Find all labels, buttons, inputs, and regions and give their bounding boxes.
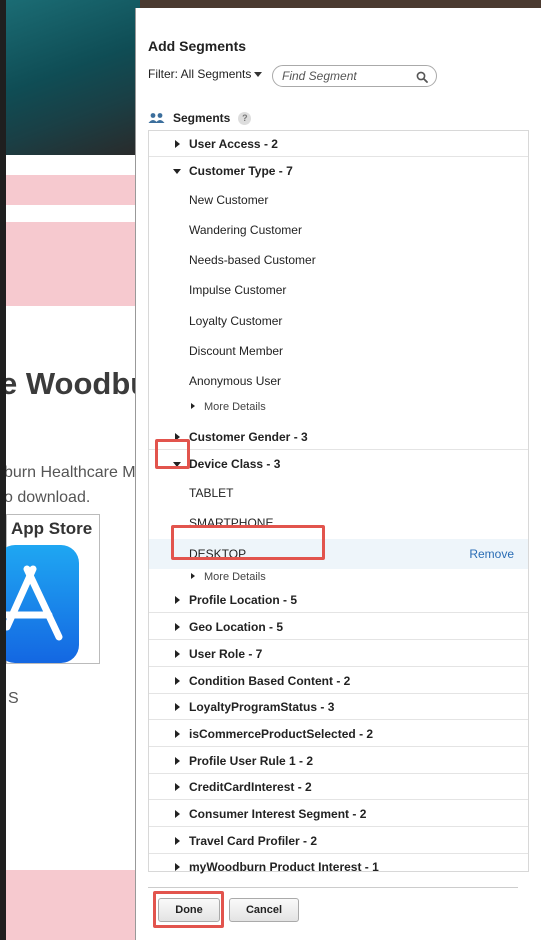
expand-arrow-icon[interactable] (175, 757, 180, 765)
segments-label: Segments (173, 111, 231, 125)
segment-item-loyalty-customer[interactable]: Loyalty Customer (149, 306, 528, 336)
filter-dropdown[interactable]: Filter: All Segments (148, 67, 263, 81)
segment-item-desktop[interactable]: DESKTOP Remove (149, 539, 528, 569)
expand-arrow-icon[interactable] (175, 140, 180, 148)
background-text: o download. (6, 489, 91, 506)
background-text: S (8, 690, 19, 707)
group-label: CreditCardInterest - 2 (189, 780, 312, 794)
collapse-arrow-icon[interactable] (173, 462, 181, 467)
group-label: Consumer Interest Segment - 2 (189, 807, 367, 821)
expand-arrow-icon[interactable] (175, 730, 180, 738)
pink-banner (6, 222, 142, 306)
segment-group-condition-based-content[interactable]: Condition Based Content - 2 (149, 668, 528, 694)
pink-banner (6, 175, 142, 205)
group-label: User Role - 7 (189, 647, 263, 661)
group-label: isCommerceProductSelected - 2 (189, 727, 374, 741)
group-label: Travel Card Profiler - 2 (189, 834, 318, 848)
expand-arrow-icon (191, 403, 195, 409)
expand-arrow-icon[interactable] (175, 650, 180, 658)
segment-group-loyalty-program-status[interactable]: LoyaltyProgramStatus - 3 (149, 694, 528, 720)
group-label: Customer Gender - 3 (189, 430, 308, 444)
footer-divider (148, 887, 518, 888)
done-button[interactable]: Done (158, 898, 220, 922)
segment-tree: User Access - 2 Customer Type - 7 New Cu… (148, 130, 529, 874)
segment-item-anonymous-user[interactable]: Anonymous User (149, 366, 528, 396)
help-icon[interactable]: ? (238, 111, 252, 125)
expand-arrow-icon[interactable] (175, 596, 180, 604)
segment-item-smartphone[interactable]: SMARTPHONE (149, 508, 528, 538)
background-text: burn Healthcare M (6, 464, 136, 481)
more-details-label: More Details (204, 401, 266, 413)
segment-group-customer-gender[interactable]: Customer Gender - 3 (149, 424, 528, 450)
segment-group-device-class[interactable]: Device Class - 3 (149, 451, 528, 477)
segments-header: Segments ? (148, 111, 252, 125)
group-label: Condition Based Content - 2 (189, 674, 351, 688)
segment-group-customer-type[interactable]: Customer Type - 7 (149, 158, 528, 184)
segment-group-profile-user-rule[interactable]: Profile User Rule 1 - 2 (149, 748, 528, 774)
expand-arrow-icon (191, 573, 195, 579)
group-label: myWoodburn Product Interest - 1 (189, 860, 379, 874)
segment-group-profile-location[interactable]: Profile Location - 5 (149, 587, 528, 613)
segment-item-wandering-customer[interactable]: Wandering Customer (149, 215, 528, 245)
expand-arrow-icon[interactable] (175, 703, 180, 711)
expand-arrow-icon[interactable] (175, 623, 180, 631)
collapse-arrow-icon[interactable] (173, 169, 181, 174)
find-segment-search[interactable] (272, 65, 437, 87)
cancel-button[interactable]: Cancel (229, 898, 299, 922)
item-label: DESKTOP (189, 547, 247, 561)
segment-group-user-access[interactable]: User Access - 2 (149, 131, 528, 157)
app-store-icon (6, 545, 79, 663)
background-heading: e Woodbu (6, 366, 142, 401)
more-details-link[interactable]: More Details (149, 569, 528, 585)
remove-link[interactable]: Remove (469, 539, 514, 569)
segment-group-geo-location[interactable]: Geo Location - 5 (149, 614, 528, 640)
caret-down-icon (254, 71, 263, 77)
group-label: Device Class - 3 (189, 457, 281, 471)
group-label: Profile User Rule 1 - 2 (189, 754, 314, 768)
app-store-badge[interactable]: App Store (6, 514, 100, 664)
pink-banner (6, 870, 142, 940)
group-label: User Access - 2 (189, 137, 278, 151)
segment-group-consumer-interest[interactable]: Consumer Interest Segment - 2 (149, 801, 528, 827)
expand-arrow-icon[interactable] (175, 433, 180, 441)
group-label: LoyaltyProgramStatus - 3 (189, 700, 335, 714)
expand-arrow-icon[interactable] (175, 837, 180, 845)
group-label: Customer Type - 7 (189, 164, 293, 178)
segment-group-is-commerce-product-selected[interactable]: isCommerceProductSelected - 2 (149, 721, 528, 747)
segment-item-discount-member[interactable]: Discount Member (149, 336, 528, 366)
dialog-title: Add Segments (148, 38, 247, 54)
expand-arrow-icon[interactable] (175, 810, 180, 818)
segment-item-tablet[interactable]: TABLET (149, 478, 528, 508)
app-store-label: App Store (11, 519, 93, 538)
filter-label: Filter: All Segments (148, 67, 252, 81)
segment-item-impulse-customer[interactable]: Impulse Customer (149, 275, 528, 305)
segment-item-needs-based-customer[interactable]: Needs-based Customer (149, 245, 528, 275)
background-page: e Woodbu burn Healthcare M o download. A… (6, 0, 142, 940)
search-input[interactable] (282, 66, 412, 86)
segment-group-mywoodburn-product-interest[interactable]: myWoodburn Product Interest - 1 (149, 854, 528, 880)
segment-group-user-role[interactable]: User Role - 7 (149, 641, 528, 667)
segment-item-new-customer[interactable]: New Customer (149, 185, 528, 215)
expand-arrow-icon[interactable] (175, 677, 180, 685)
search-icon[interactable] (416, 71, 428, 83)
hero-image (6, 0, 142, 155)
expand-arrow-icon[interactable] (175, 863, 180, 871)
group-label: Profile Location - 5 (189, 593, 298, 607)
segment-group-credit-card-interest[interactable]: CreditCardInterest - 2 (149, 774, 528, 800)
expand-arrow-icon[interactable] (175, 783, 180, 791)
group-label: Geo Location - 5 (189, 620, 284, 634)
users-icon (148, 113, 165, 123)
more-details-link[interactable]: More Details (149, 399, 528, 415)
segment-group-travel-card-profiler[interactable]: Travel Card Profiler - 2 (149, 828, 528, 854)
more-details-label: More Details (204, 571, 266, 583)
add-segments-dialog: Add Segments Filter: All Segments Segmen… (135, 8, 541, 940)
